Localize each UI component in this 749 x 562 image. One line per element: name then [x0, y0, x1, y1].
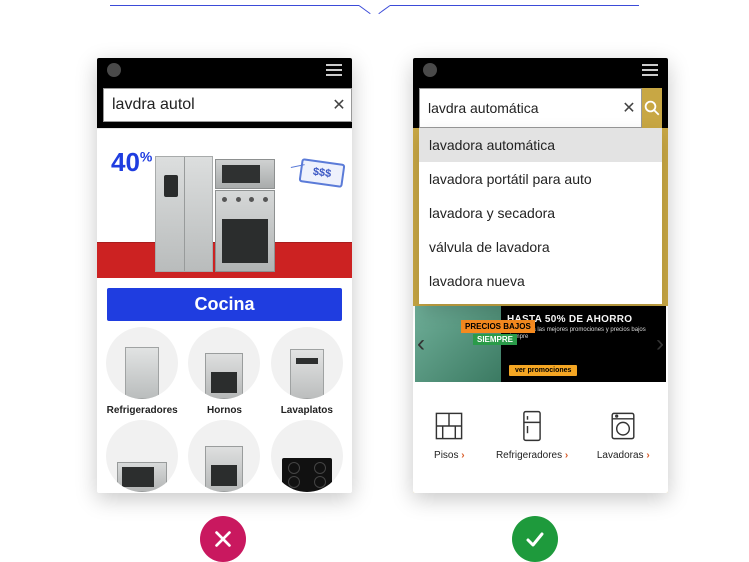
promo-banner[interactable]: ‹ PRECIOS BAJOS SIEMPRE HASTA 50% DE AHO… — [415, 306, 666, 382]
tile-label: Hornos — [207, 405, 242, 416]
hamburger-icon[interactable] — [642, 64, 658, 76]
banner-ribbon-2: SIEMPRE — [473, 334, 517, 345]
floor-icon — [431, 408, 467, 444]
phone-bad-example: ✕ 40% $$$ Cocina — [97, 58, 352, 493]
category-label: Refrigeradores — [496, 450, 568, 461]
camera-dot — [107, 63, 121, 77]
suggestion-item[interactable]: lavadora portátil para auto — [419, 162, 662, 196]
price-tag-icon: $$$ — [299, 158, 346, 188]
phone-topbar — [97, 58, 352, 82]
stage: ✕ 40% $$$ Cocina — [0, 0, 749, 556]
banner-cta-button[interactable]: ver promociones — [509, 365, 577, 376]
tile-extra-1[interactable] — [103, 420, 181, 492]
search-input[interactable] — [104, 96, 327, 114]
category-row: Pisos Refrigeradores Lavadoras — [413, 408, 668, 461]
tile-label: Lavaplatos — [281, 405, 333, 416]
carousel-prev-icon[interactable]: ‹ — [413, 330, 429, 358]
category-label: Pisos — [434, 450, 465, 461]
search-input[interactable] — [420, 100, 617, 116]
carousel-next-icon[interactable]: › — [652, 330, 668, 358]
tile-extra-3[interactable] — [268, 420, 346, 492]
hero-banner: 40% $$$ — [97, 128, 352, 278]
category-grid: Refrigeradores Hornos Lavaplatos — [97, 327, 352, 492]
category-refrigeradores[interactable]: Refrigeradores — [496, 408, 568, 461]
search-icon — [643, 99, 661, 117]
suggestion-item[interactable]: válvula de lavadora — [419, 230, 662, 264]
appliances-illustration — [155, 156, 275, 272]
clear-icon[interactable]: ✕ — [327, 95, 351, 115]
phone-body: lavadora automática lavadora portátil pa… — [413, 128, 668, 493]
hamburger-icon[interactable] — [326, 64, 342, 76]
search-row: ✕ — [97, 82, 352, 128]
tile-extra-2[interactable] — [185, 420, 263, 492]
autocomplete-dropdown: lavadora automática lavadora portátil pa… — [419, 128, 662, 304]
suggestion-item[interactable]: lavadora nueva — [419, 264, 662, 298]
search-button[interactable] — [642, 88, 662, 128]
verdict-good-icon — [512, 516, 558, 562]
fridge-icon — [514, 408, 550, 444]
camera-dot — [423, 63, 437, 77]
search-wrap: ✕ — [419, 88, 642, 128]
suggestion-item[interactable]: lavadora y secadora — [419, 196, 662, 230]
tile-label: Refrigeradores — [107, 405, 178, 416]
suggestion-item[interactable]: lavadora automática — [419, 128, 662, 162]
phone-topbar — [413, 58, 668, 82]
discount-text: 40% — [111, 147, 152, 178]
phone-good-example: ✕ lavadora automática lavadora portátil … — [413, 58, 668, 493]
banner-ribbon-1: PRECIOS BAJOS — [461, 320, 535, 333]
category-label: Lavadoras — [597, 450, 650, 461]
search-wrap: ✕ — [103, 88, 352, 122]
top-bracket — [110, 5, 639, 27]
tile-refrigeradores[interactable]: Refrigeradores — [103, 327, 181, 416]
page-under-dropdown: ‹ PRECIOS BAJOS SIEMPRE HASTA 50% DE AHO… — [413, 306, 668, 493]
tile-lavaplatos[interactable]: Lavaplatos — [268, 327, 346, 416]
search-row: ✕ — [413, 82, 668, 128]
tile-hornos[interactable]: Hornos — [185, 327, 263, 416]
clear-icon[interactable]: ✕ — [617, 98, 641, 118]
verdict-bad-icon — [200, 516, 246, 562]
category-pisos[interactable]: Pisos — [431, 408, 467, 461]
washer-icon — [605, 408, 641, 444]
category-cocina-button[interactable]: Cocina — [107, 288, 342, 321]
category-lavadoras[interactable]: Lavadoras — [597, 408, 650, 461]
